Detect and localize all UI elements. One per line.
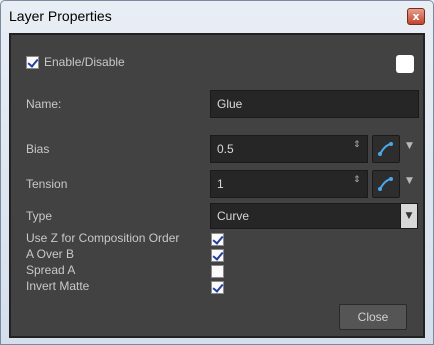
close-button[interactable]: Close: [339, 304, 407, 330]
type-value: Curve: [217, 209, 250, 223]
tension-field[interactable]: 1: [210, 170, 368, 198]
option-label: Use Z for Composition Order: [26, 231, 180, 245]
title-bar[interactable]: Layer Properties x: [1, 1, 433, 31]
bias-label: Bias: [26, 142, 50, 156]
option-label: Invert Matte: [26, 279, 90, 293]
window-close-button[interactable]: x: [407, 8, 425, 25]
spinner-arrows-icon[interactable]: ⇕: [353, 140, 361, 150]
layer-color-swatch[interactable]: [396, 55, 414, 73]
dialog-body: Enable/Disable Name: Glue Bias 0.5 ⇕ ▼ T…: [9, 33, 425, 338]
bias-function-button[interactable]: [372, 135, 400, 163]
close-icon: x: [412, 10, 420, 23]
option-label: Spread A: [26, 263, 76, 277]
name-label: Name:: [26, 97, 62, 111]
window-title: Layer Properties: [9, 8, 112, 24]
layer-properties-dialog: Layer Properties x Enable/Disable Name: …: [0, 0, 434, 345]
type-select[interactable]: Curve: [210, 203, 401, 229]
invert-matte-checkbox[interactable]: [211, 281, 224, 294]
chevron-down-icon[interactable]: ▼: [406, 141, 413, 151]
chevron-down-icon: ▼: [405, 211, 413, 221]
function-curve-icon: [378, 177, 393, 191]
type-label: Type: [26, 209, 53, 223]
bias-value: 0.5: [217, 142, 234, 156]
enable-label: Enable/Disable: [44, 55, 125, 69]
name-field[interactable]: Glue: [210, 90, 419, 118]
tension-label: Tension: [26, 177, 68, 191]
name-value: Glue: [217, 97, 243, 111]
spinner-arrows-icon[interactable]: ⇕: [353, 175, 361, 185]
a-over-b-checkbox[interactable]: [211, 249, 224, 262]
bias-field[interactable]: 0.5: [210, 135, 368, 163]
chevron-down-icon[interactable]: ▼: [406, 176, 413, 186]
tension-value: 1: [217, 177, 224, 191]
tension-function-button[interactable]: [372, 170, 400, 198]
spread-a-checkbox[interactable]: [211, 265, 224, 278]
type-dropdown-button[interactable]: ▼: [400, 203, 418, 229]
enable-checkbox[interactable]: [26, 56, 39, 69]
function-curve-icon: [378, 142, 393, 156]
use-z-checkbox[interactable]: [211, 233, 224, 246]
option-label: A Over B: [26, 247, 75, 261]
